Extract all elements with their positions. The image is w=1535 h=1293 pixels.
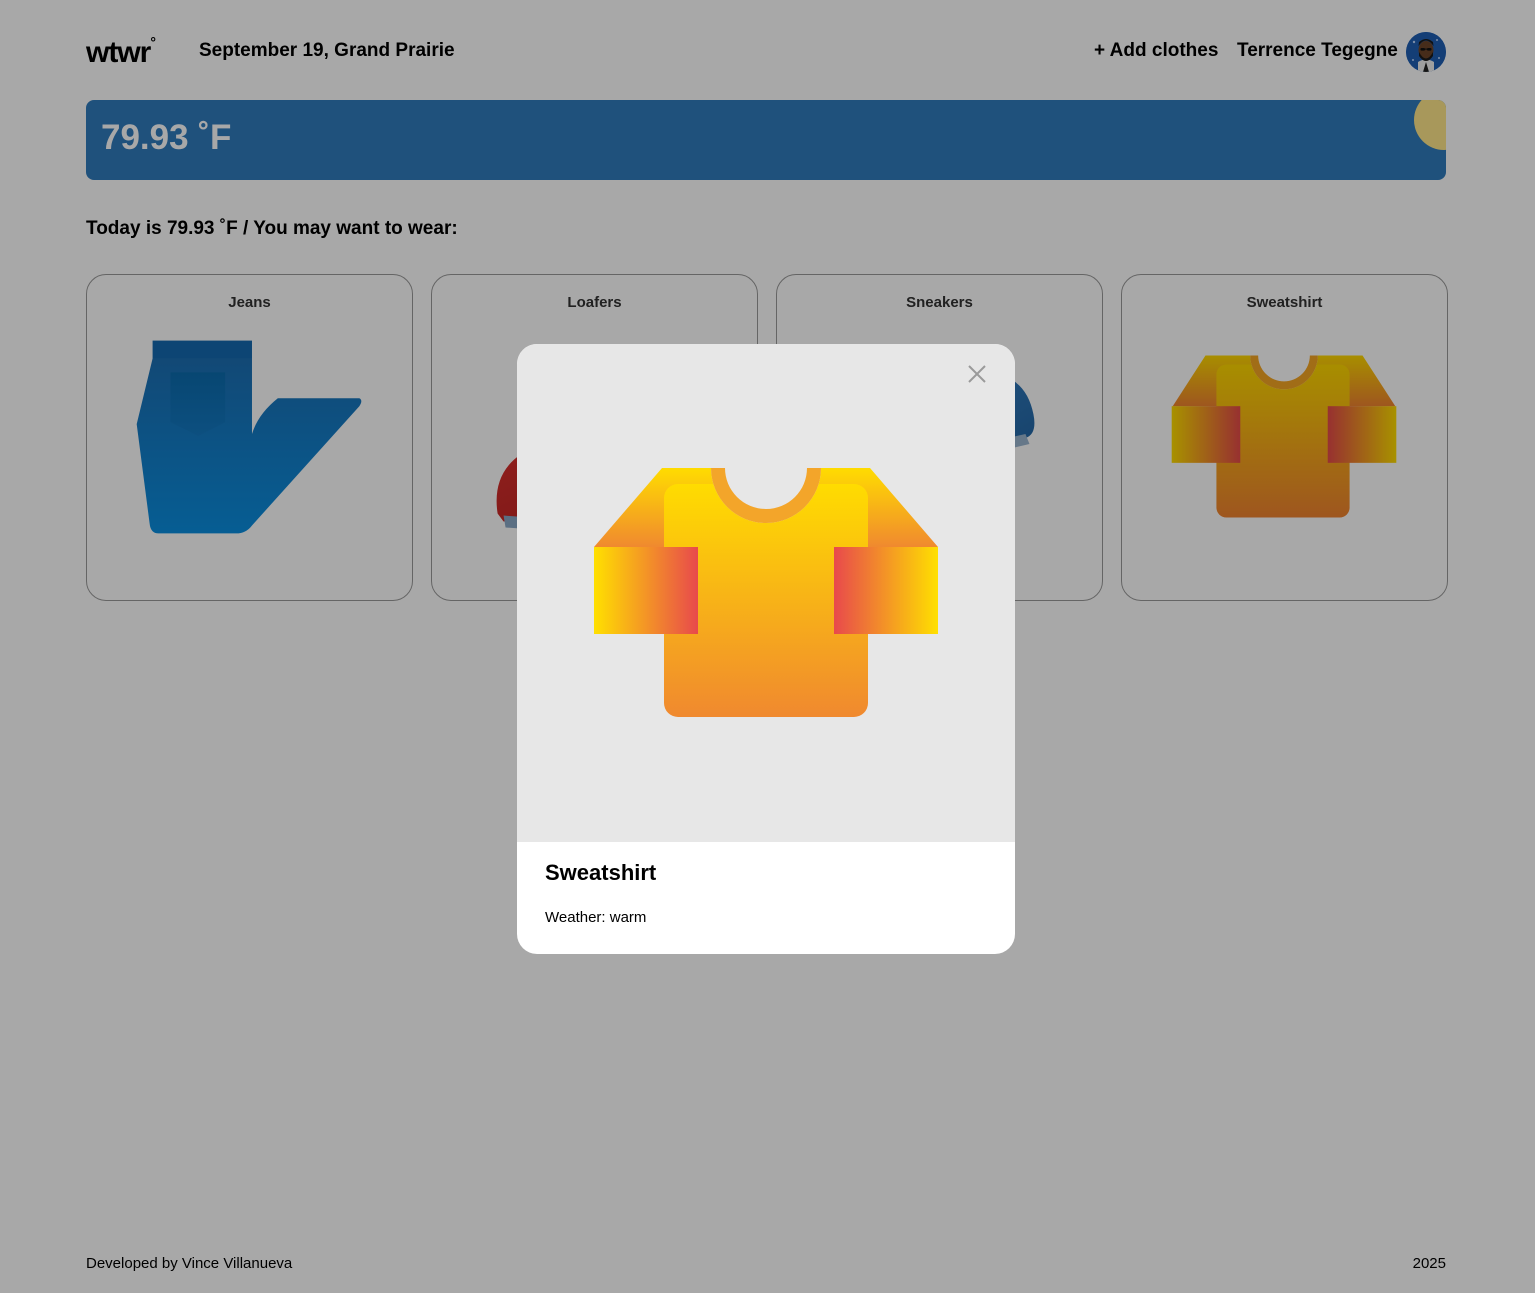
close-button[interactable]: [963, 360, 991, 388]
sweatshirt-icon: [594, 468, 938, 717]
modal-item-image: [517, 344, 1015, 842]
modal-item-weather: Weather: warm: [545, 909, 647, 926]
page: wtwr° September 19, Grand Prairie + Add …: [0, 0, 1535, 1293]
close-icon: [968, 365, 986, 383]
item-preview-modal: Sweatshirt Weather: warm: [517, 344, 1015, 954]
modal-item-title: Sweatshirt: [545, 860, 657, 885]
